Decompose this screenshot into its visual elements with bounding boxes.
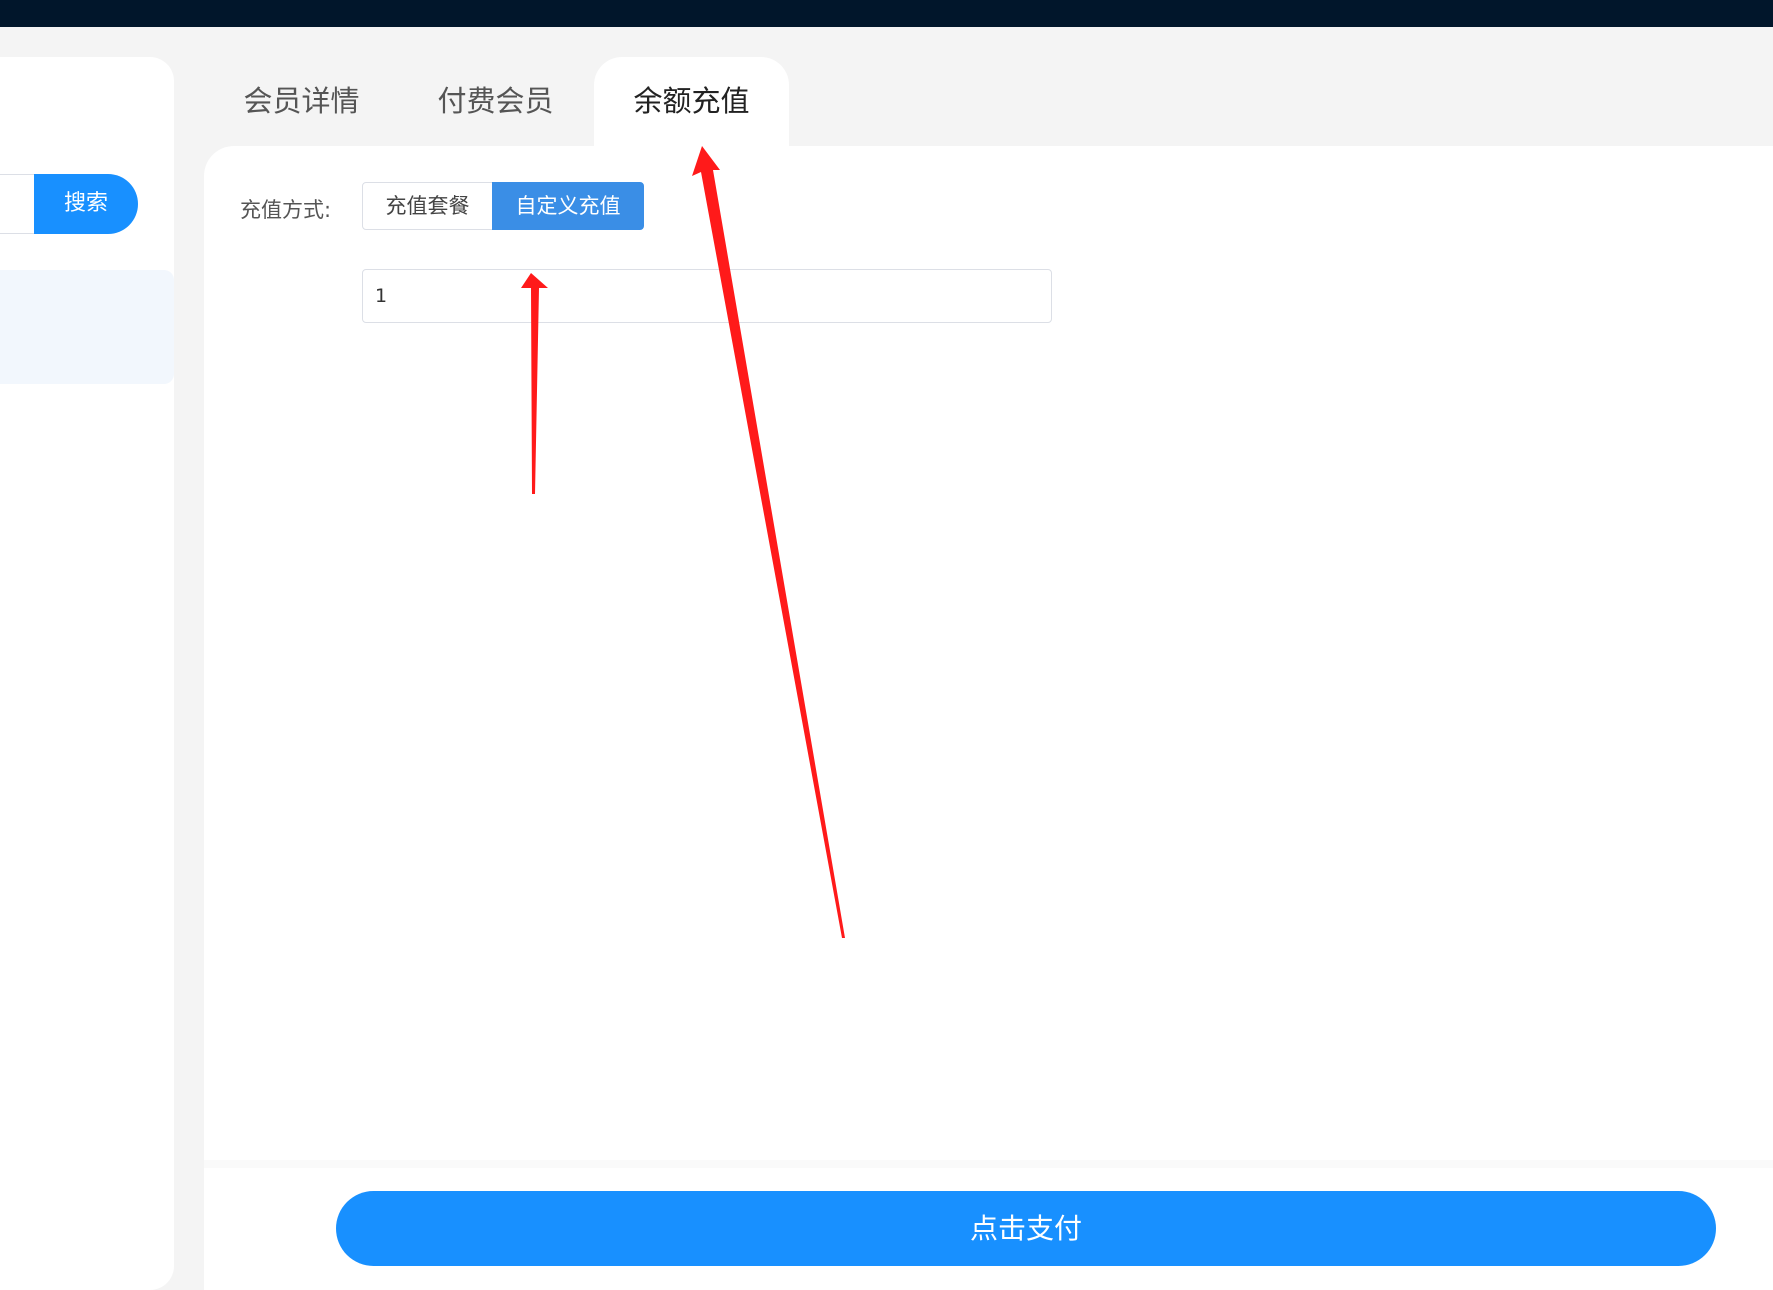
custom-recharge-option[interactable]: 自定义充值: [492, 182, 644, 230]
top-header-bar: [0, 0, 1773, 27]
recharge-package-option[interactable]: 充值套餐: [362, 182, 493, 230]
tab-balance-recharge[interactable]: 余额充值: [594, 57, 789, 149]
pay-button[interactable]: 点击支付: [336, 1191, 1716, 1266]
member-sidebar: 搜索: [0, 57, 174, 1290]
recharge-amount-input[interactable]: [362, 269, 1052, 323]
recharge-method-label: 充值方式:: [240, 198, 332, 222]
selected-member-item[interactable]: [0, 270, 174, 384]
recharge-panel: 充值方式: 充值套餐 自定义充值: [204, 146, 1773, 1290]
search-button[interactable]: 搜索: [34, 174, 138, 234]
tab-member-details[interactable]: 会员详情: [224, 57, 379, 146]
tab-paid-member[interactable]: 付费会员: [418, 57, 573, 146]
